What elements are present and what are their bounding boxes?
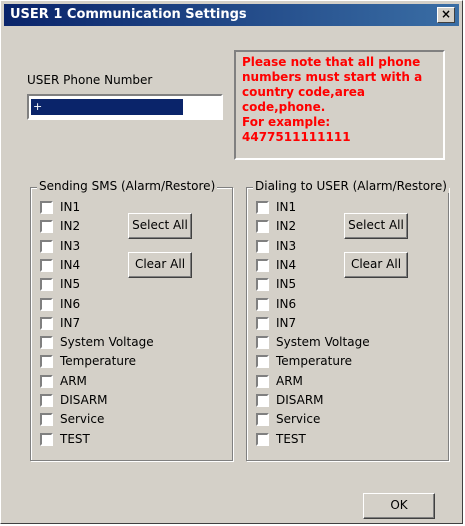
checkbox-label: IN7 [60,315,81,330]
checkbox[interactable] [40,394,53,407]
close-button[interactable]: × [437,7,455,23]
checkbox[interactable] [256,239,269,253]
checkbox-label: IN4 [276,257,297,272]
phone-number-value: + [31,99,183,115]
checkbox-label: TEST [276,431,306,446]
checkbox-label: System Voltage [60,335,154,350]
checkbox-label: ARM [60,373,87,388]
note-line: numbers must start with a [242,70,423,84]
dialing-to-user-group: Dialing to USER (Alarm/Restore) IN1 IN2 IN… [246,179,449,461]
phone-number-label: USER Phone Number [27,73,153,87]
checkbox[interactable] [256,394,269,407]
checkbox[interactable] [256,374,269,388]
checkbox[interactable] [40,355,53,369]
title-bar: USER 1 Communication Settings × [4,4,459,26]
checkbox-label: IN6 [276,296,297,311]
checkbox[interactable] [256,220,269,234]
checkbox-label: IN5 [60,277,81,292]
window-title: USER 1 Communication Settings [10,7,247,22]
checkbox[interactable] [40,336,53,350]
select-all-button[interactable]: Select All [344,213,408,239]
checkbox-label: ARM [276,373,303,388]
checkbox-label: IN5 [276,277,297,292]
checkbox[interactable] [40,432,53,446]
clear-all-button[interactable]: Clear All [128,252,192,278]
checkbox-label: IN2 [60,219,81,234]
checkbox[interactable] [256,432,269,446]
select-all-button[interactable]: Select All [128,213,192,239]
checkbox[interactable] [256,355,269,369]
checkbox-label: IN3 [276,238,297,253]
checkbox[interactable] [256,201,269,214]
checkbox[interactable] [40,220,53,234]
ok-button[interactable]: OK [363,493,435,519]
checkbox-label: Temperature [276,354,353,369]
checkbox[interactable] [256,278,269,292]
checkbox-label: IN4 [60,257,81,272]
checkbox-label: IN1 [60,200,81,214]
checkbox-label: IN1 [276,200,297,214]
dialog-window: USER 1 Communication Settings × USER Pho… [0,0,463,524]
checkbox[interactable] [40,297,53,311]
note-line: 4477511111111 [242,130,351,144]
group-title: Sending SMS (Alarm/Restore) [37,179,218,193]
checkbox[interactable] [40,374,53,388]
checkbox-label: System Voltage [276,335,370,350]
checkbox[interactable] [40,316,53,330]
sending-sms-group: Sending SMS (Alarm/Restore) IN1 IN2 IN3 IN4… [30,179,233,461]
checkbox-label: Temperature [60,354,137,369]
checkbox[interactable] [256,413,269,427]
checkbox[interactable] [40,278,53,292]
phone-number-input[interactable]: + [27,94,223,120]
note-line: country code,area [242,85,365,99]
note-line: For example: [242,115,331,129]
checkbox[interactable] [256,336,269,350]
note-line: code,phone. [242,100,326,114]
phone-format-note: Please note that all phone numbers must … [234,50,445,160]
checkbox-label: Service [276,412,321,427]
group-title: Dialing to USER (Alarm/Restore) [253,179,449,193]
checkbox[interactable] [256,316,269,330]
checkbox-label: IN2 [276,219,297,234]
checkbox-label: IN7 [276,315,297,330]
checkbox-label: IN6 [60,296,81,311]
checkbox[interactable] [40,201,53,214]
checkbox-label: DISARM [60,393,108,407]
clear-all-button[interactable]: Clear All [344,252,408,278]
checkbox[interactable] [256,258,269,272]
checkbox[interactable] [256,297,269,311]
checkbox-label: Service [60,412,105,427]
note-line: Please note that all phone [242,55,421,69]
checkbox[interactable] [40,258,53,272]
checkbox-label: DISARM [276,393,324,407]
checkbox[interactable] [40,239,53,253]
checkbox[interactable] [40,413,53,427]
checkbox-label: TEST [60,431,90,446]
checkbox-label: IN3 [60,238,81,253]
